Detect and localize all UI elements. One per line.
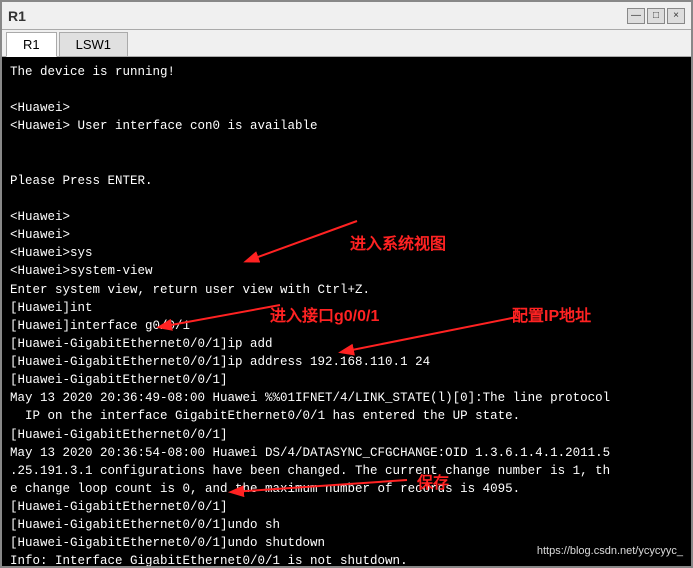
watermark: https://blog.csdn.net/ycycyyc_ — [537, 544, 683, 560]
app-icon: R1 — [8, 8, 26, 24]
title-left: R1 — [8, 8, 26, 24]
tab-r1[interactable]: R1 — [6, 32, 57, 57]
tab-bar: R1 LSW1 — [2, 30, 691, 57]
terminal-window[interactable]: The device is running! <Huawei> <Huawei>… — [2, 57, 691, 566]
minimize-button[interactable]: — — [627, 8, 645, 24]
maximize-button[interactable]: □ — [647, 8, 665, 24]
window-controls: — □ × — [627, 8, 685, 24]
title-bar: R1 — □ × — [2, 2, 691, 30]
tab-lsw1[interactable]: LSW1 — [59, 32, 128, 56]
terminal-content: The device is running! <Huawei> <Huawei>… — [10, 63, 683, 566]
close-button[interactable]: × — [667, 8, 685, 24]
main-window: R1 — □ × R1 LSW1 The device is running! … — [0, 0, 693, 568]
